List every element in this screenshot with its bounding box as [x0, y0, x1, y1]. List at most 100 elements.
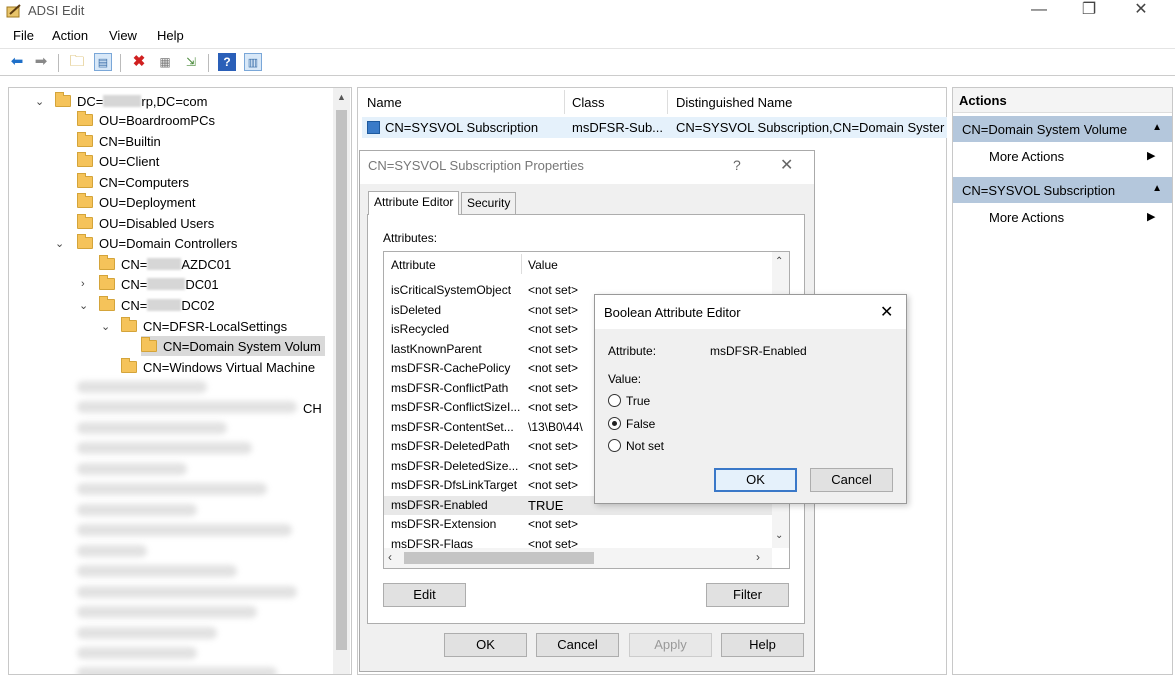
tree-item[interactable]: OU=Disabled Users — [77, 213, 214, 233]
radio-button[interactable] — [608, 439, 621, 452]
help-icon[interactable]: ? — [218, 53, 236, 71]
tree-pane[interactable]: ⌄ DC= rp,DC=com OU=BoardroomPCs CN=Built… — [8, 87, 352, 675]
tree-item-dc3[interactable]: ⌄ CN= DC02 — [79, 295, 215, 315]
tree-item[interactable]: OU=BoardroomPCs — [77, 110, 215, 130]
radio-button[interactable] — [608, 394, 621, 407]
blurred-tree-item — [77, 422, 227, 434]
column-header-name[interactable]: Name — [367, 95, 402, 110]
properties-icon[interactable]: ▦ — [156, 53, 174, 71]
scroll-right-icon[interactable]: › — [756, 550, 760, 564]
ok-button[interactable]: OK — [444, 633, 527, 657]
chevron-down-icon[interactable]: ⌄ — [35, 95, 44, 108]
radio-not-set[interactable]: Not set — [608, 439, 664, 453]
tree-root[interactable]: ⌄ DC= rp,DC=com — [35, 91, 207, 111]
column-divider[interactable] — [564, 90, 565, 114]
column-header-dn[interactable]: Distinguished Name — [676, 95, 792, 110]
chevron-down-icon[interactable]: ⌄ — [79, 299, 88, 312]
adsi-edit-app-icon — [6, 4, 22, 18]
radio-false[interactable]: False — [608, 417, 655, 431]
tree-item-dfsr[interactable]: ⌄ CN=DFSR-LocalSettings — [101, 316, 287, 336]
tree-item-dc1[interactable]: CN= AZDC01 — [99, 254, 231, 274]
actions-section-domain-system-volume[interactable]: CN=Domain System Volume ▲ — [953, 116, 1172, 142]
minimize-button[interactable]: — — [1016, 0, 1062, 22]
apply-button[interactable]: Apply — [629, 633, 712, 657]
edit-button[interactable]: Edit — [383, 583, 466, 607]
restore-button[interactable]: ❐ — [1066, 0, 1112, 22]
redacted-text — [147, 299, 182, 311]
radio-button-selected[interactable] — [608, 417, 621, 430]
attribute-value: <not set> — [528, 458, 579, 473]
tab-security[interactable]: Security — [461, 192, 517, 214]
chevron-right-icon[interactable]: › — [81, 278, 85, 290]
toolbar-separator — [120, 54, 121, 72]
attribute-name: msDFSR-Enabled — [391, 497, 488, 512]
filter-button[interactable]: Filter — [706, 583, 789, 607]
folder-icon — [77, 234, 93, 249]
folder-icon — [77, 111, 93, 126]
boolean-ok-button[interactable]: OK — [714, 468, 797, 492]
close-icon[interactable]: ✕ — [780, 155, 793, 175]
tree-item[interactable]: OU=Client — [77, 151, 159, 171]
column-header-class[interactable]: Class — [572, 95, 605, 110]
scroll-down-icon[interactable]: ⌄ — [775, 530, 783, 541]
scroll-left-icon[interactable]: ‹ — [388, 550, 392, 564]
back-icon[interactable]: ⬅ — [8, 53, 26, 71]
tree-label: DC01 — [185, 276, 219, 292]
help-button[interactable]: Help — [721, 633, 804, 657]
up-folder-icon[interactable]: 🗀 — [68, 53, 86, 71]
close-window-button[interactable]: ✕ — [1118, 0, 1164, 22]
chevron-down-icon[interactable]: ⌄ — [101, 320, 110, 333]
blurred-tree-item — [77, 545, 147, 557]
tree-item[interactable]: CN=Builtin — [77, 131, 161, 151]
column-header-value[interactable]: Value — [528, 258, 558, 272]
tree-item-domain-controllers[interactable]: ⌄ OU=Domain Controllers — [55, 233, 237, 253]
tree-label: CN=Computers — [99, 174, 189, 190]
close-icon[interactable]: ✕ — [880, 302, 893, 322]
actions-section-sysvol-subscription[interactable]: CN=SYSVOL Subscription ▲ — [953, 177, 1172, 203]
tree-item[interactable]: OU=Deployment — [77, 192, 195, 212]
scroll-up-icon[interactable]: ▲ — [337, 92, 346, 102]
object-icon — [367, 121, 380, 134]
boolean-cancel-button[interactable]: Cancel — [810, 468, 893, 492]
folder-icon — [99, 275, 115, 290]
column-divider[interactable] — [667, 90, 668, 114]
attribute-value: <not set> — [528, 478, 579, 492]
tree-label: CN=Domain System Volum — [163, 338, 321, 354]
attribute-value: <not set> — [528, 322, 579, 336]
export-icon[interactable]: ⇲ — [182, 53, 200, 71]
properties-title: CN=SYSVOL Subscription Properties — [368, 158, 584, 173]
chevron-down-icon[interactable]: ⌄ — [55, 237, 64, 250]
menu-view[interactable]: View — [109, 28, 137, 43]
scroll-up-icon[interactable]: ⌃ — [775, 256, 783, 267]
forward-icon[interactable]: ➡ — [32, 53, 50, 71]
menu-action[interactable]: Action — [52, 28, 88, 43]
help-glyph-button[interactable]: ? — [733, 157, 741, 173]
attribute-name: msDFSR-ConflictPath — [391, 380, 509, 395]
column-header-attribute[interactable]: Attribute — [391, 258, 436, 272]
folder-icon — [77, 152, 93, 167]
folder-open-icon — [141, 337, 157, 352]
folder-icon — [99, 296, 115, 311]
show-hide-action-icon[interactable]: ▥ — [244, 53, 262, 71]
attribute-row[interactable]: msDFSR-Extension <not set> — [384, 515, 774, 534]
tree-item[interactable]: CN=Computers — [77, 172, 189, 192]
tree-scroll-thumb[interactable] — [336, 110, 347, 650]
tree-item-vm[interactable]: CN=Windows Virtual Machine — [121, 357, 315, 377]
cancel-button[interactable]: Cancel — [536, 633, 619, 657]
tab-attribute-editor[interactable]: Attribute Editor — [368, 191, 460, 215]
tree-item-dc2[interactable]: › CN= DC01 — [81, 274, 219, 294]
horizontal-scroll-thumb[interactable] — [404, 552, 594, 564]
collapse-icon[interactable]: ▲ — [1152, 183, 1162, 194]
show-hide-tree-icon[interactable]: ▤ — [94, 53, 112, 71]
tree-label: CN= — [121, 276, 148, 292]
collapse-icon[interactable]: ▲ — [1152, 122, 1162, 133]
more-actions-item[interactable]: More Actions — [989, 149, 1064, 164]
delete-icon[interactable]: ✖ — [130, 53, 148, 71]
more-actions-item[interactable]: More Actions — [989, 210, 1064, 225]
menu-help[interactable]: Help — [157, 28, 184, 43]
attribute-value: <not set> — [528, 439, 579, 453]
column-divider[interactable] — [521, 254, 522, 274]
menu-file[interactable]: File — [13, 28, 34, 43]
tree-item-sysvol-selected[interactable]: CN=Domain System Volum — [141, 336, 325, 356]
radio-true[interactable]: True — [608, 394, 650, 408]
